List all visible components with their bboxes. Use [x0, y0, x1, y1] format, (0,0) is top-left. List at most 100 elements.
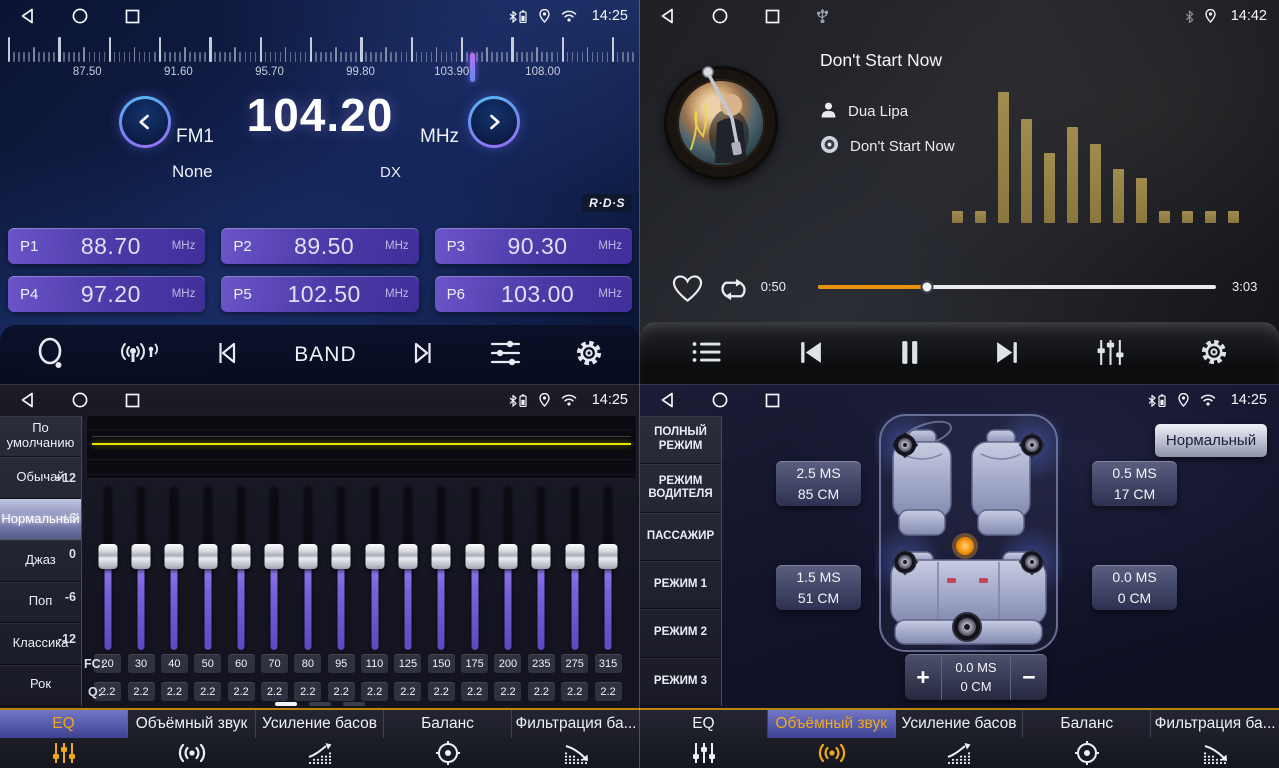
- mode-item-5[interactable]: РЕЖИМ 2: [640, 609, 721, 657]
- settings-button[interactable]: [1194, 337, 1234, 370]
- delay-box-front-right[interactable]: 0.5 MS17 CM: [1092, 461, 1177, 506]
- slider-handle[interactable]: [98, 544, 117, 569]
- preset-button-p5[interactable]: P5102.50MHz: [221, 276, 418, 312]
- q-value[interactable]: 2.2: [328, 682, 355, 701]
- seek-up-button[interactable]: [468, 96, 520, 148]
- next-track-button[interactable]: [988, 339, 1027, 369]
- tab-surround-sound[interactable]: Объёмный звук: [128, 710, 256, 768]
- eq-preset-item-1[interactable]: По умолчанию: [0, 416, 81, 457]
- slider-handle[interactable]: [365, 544, 384, 569]
- slider-handle[interactable]: [332, 544, 351, 569]
- eq-band-slider[interactable]: [458, 487, 491, 650]
- scan-search-button[interactable]: [31, 336, 71, 374]
- fc-value[interactable]: 50: [194, 654, 221, 673]
- eq-band-slider[interactable]: [124, 487, 157, 650]
- slider-handle[interactable]: [565, 544, 584, 569]
- q-value[interactable]: 2.2: [394, 682, 421, 701]
- tab-balance[interactable]: Баланс: [384, 710, 512, 768]
- q-value[interactable]: 2.2: [261, 682, 288, 701]
- fc-value[interactable]: 175: [461, 654, 488, 673]
- preset-button-p6[interactable]: P6103.00MHz: [435, 276, 632, 312]
- increase-delay-button[interactable]: +: [905, 654, 941, 700]
- slider-handle[interactable]: [498, 544, 517, 569]
- eq-band-slider[interactable]: [224, 487, 257, 650]
- tab-filter[interactable]: Фильтрация ба...: [512, 710, 640, 768]
- slider-handle[interactable]: [265, 544, 284, 569]
- recents-icon[interactable]: [125, 393, 140, 408]
- back-icon[interactable]: [20, 392, 35, 408]
- eq-band-slider[interactable]: [191, 487, 224, 650]
- preset-button-p1[interactable]: P188.70MHz: [8, 228, 205, 264]
- delay-box-rear-right[interactable]: 0.0 MS0 CM: [1092, 565, 1177, 610]
- page-dot-1[interactable]: [275, 702, 297, 706]
- fm-tuning-needle[interactable]: [470, 53, 475, 82]
- q-value[interactable]: 2.2: [294, 682, 321, 701]
- home-icon[interactable]: [72, 8, 88, 24]
- tab-filter[interactable]: Фильтрация ба...: [1151, 710, 1279, 768]
- preset-button-p3[interactable]: P390.30MHz: [435, 228, 632, 264]
- slider-handle[interactable]: [398, 544, 417, 569]
- fm-frequency-scale[interactable]: 87.5091.6095.7099.80103.90108.00: [8, 34, 632, 82]
- progress-knob[interactable]: [921, 281, 934, 294]
- eq-band-slider[interactable]: [358, 487, 391, 650]
- tab-bass-boost[interactable]: Усиление басов: [256, 710, 384, 768]
- eq-band-slider[interactable]: [91, 487, 124, 650]
- fc-value[interactable]: 200: [494, 654, 521, 673]
- page-dot-2[interactable]: [309, 702, 331, 706]
- mode-item-2[interactable]: РЕЖИМ ВОДИТЕЛЯ: [640, 464, 721, 512]
- home-icon[interactable]: [72, 392, 88, 408]
- eq-band-slider[interactable]: [425, 487, 458, 650]
- eq-band-slider[interactable]: [558, 487, 591, 650]
- recents-icon[interactable]: [765, 393, 780, 408]
- recents-icon[interactable]: [765, 9, 780, 24]
- fc-value[interactable]: 30: [128, 654, 155, 673]
- audio-settings-button[interactable]: [484, 338, 527, 371]
- slider-handle[interactable]: [599, 544, 618, 569]
- fc-value[interactable]: 70: [261, 654, 288, 673]
- q-value[interactable]: 2.2: [461, 682, 488, 701]
- fc-value[interactable]: 125: [394, 654, 421, 673]
- fc-value[interactable]: 315: [595, 654, 622, 673]
- mode-item-4[interactable]: РЕЖИМ 1: [640, 561, 721, 609]
- tab-eq[interactable]: EQ: [640, 710, 768, 768]
- mode-item-6[interactable]: РЕЖИМ 3: [640, 658, 721, 706]
- fc-value[interactable]: 275: [561, 654, 588, 673]
- eq-preset-item-7[interactable]: Рок: [0, 665, 81, 706]
- slider-handle[interactable]: [432, 544, 451, 569]
- broadcast-button[interactable]: [113, 337, 167, 372]
- page-dot-3[interactable]: [343, 702, 365, 706]
- fc-value[interactable]: 150: [428, 654, 455, 673]
- tab-eq[interactable]: EQ: [0, 710, 128, 768]
- tab-surround-sound[interactable]: Объёмный звук: [768, 710, 896, 768]
- mode-item-1[interactable]: ПОЛНЫЙ РЕЖИМ: [640, 416, 721, 464]
- tab-balance[interactable]: Баланс: [1023, 710, 1151, 768]
- fc-value[interactable]: 40: [161, 654, 188, 673]
- eq-band-slider[interactable]: [391, 487, 424, 650]
- audio-settings-button[interactable]: [1090, 338, 1131, 370]
- back-icon[interactable]: [660, 8, 675, 24]
- back-icon[interactable]: [660, 392, 675, 408]
- q-value[interactable]: 2.2: [528, 682, 555, 701]
- q-value[interactable]: 2.2: [161, 682, 188, 701]
- eq-band-slider[interactable]: [591, 487, 624, 650]
- q-value[interactable]: 2.2: [128, 682, 155, 701]
- fc-value[interactable]: 80: [294, 654, 321, 673]
- slider-handle[interactable]: [165, 544, 184, 569]
- eq-band-slider[interactable]: [491, 487, 524, 650]
- q-value[interactable]: 2.2: [494, 682, 521, 701]
- slider-handle[interactable]: [198, 544, 217, 569]
- slider-handle[interactable]: [232, 544, 251, 569]
- pause-button[interactable]: [893, 338, 926, 370]
- q-value[interactable]: 2.2: [361, 682, 388, 701]
- car-cabin-speaker-map[interactable]: [875, 412, 1062, 658]
- q-value[interactable]: 2.2: [428, 682, 455, 701]
- delay-box-front-left[interactable]: 2.5 MS85 CM: [776, 461, 861, 506]
- fc-value[interactable]: 60: [228, 654, 255, 673]
- eq-band-slider[interactable]: [291, 487, 324, 650]
- fc-value[interactable]: 110: [361, 654, 388, 673]
- home-icon[interactable]: [712, 392, 728, 408]
- progress-bar[interactable]: [818, 285, 1216, 289]
- previous-track-button[interactable]: [791, 339, 830, 369]
- mode-item-3[interactable]: ПАССАЖИР: [640, 513, 721, 561]
- eq-band-slider[interactable]: [525, 487, 558, 650]
